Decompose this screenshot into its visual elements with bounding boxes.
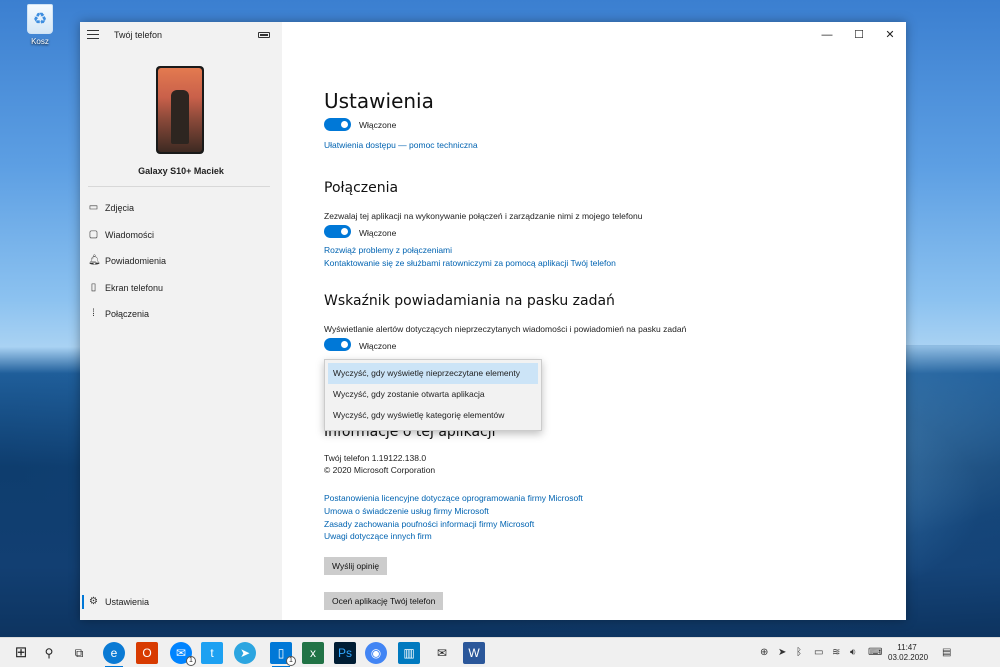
chrome-icon[interactable]: ◉ xyxy=(365,642,387,664)
badge-toggle[interactable] xyxy=(324,338,351,351)
dialpad-icon: ⁞ xyxy=(92,308,95,319)
privacy-statement-link[interactable]: Zasady zachowania poufności informacji f… xyxy=(324,519,534,529)
recycle-bin-label: Kosz xyxy=(31,37,49,46)
sidebar-divider xyxy=(88,186,270,187)
dropdown-option[interactable]: Wyczyść, gdy wyświetlę kategorię element… xyxy=(325,405,541,426)
settings-toggle[interactable] xyxy=(324,118,351,131)
toggle-label: Włączone xyxy=(359,341,397,351)
twitter-icon[interactable]: t xyxy=(201,642,223,664)
sidebar-item-notifications[interactable]: 🔔︎ Powiadomienia xyxy=(80,249,282,273)
third-party-notices-link[interactable]: Uwagi dotyczące innych firm xyxy=(324,531,432,541)
action-center-icon[interactable]: ▤ xyxy=(942,647,951,658)
settings-content: Ustawienia Włączone Ułatwienia dostępu —… xyxy=(282,22,906,620)
page-title: Ustawienia xyxy=(324,89,434,113)
messages-icon: ▢ xyxy=(88,229,99,240)
photoshop-icon[interactable]: Ps xyxy=(334,642,356,664)
clock[interactable]: 11:47 03.02.2020 xyxy=(888,643,929,663)
search-icon[interactable]: ⚲ xyxy=(38,642,60,664)
telegram-icon[interactable]: ➤ xyxy=(234,642,256,664)
sidebar-item-label: Ekran telefonu xyxy=(105,283,164,293)
feedback-button[interactable]: Wyślij opinię xyxy=(324,557,388,575)
clock-time: 11:47 xyxy=(897,643,917,652)
bluetooth-icon[interactable]: ᛒ xyxy=(796,647,802,658)
gear-icon: ⚙ xyxy=(89,596,98,607)
sidebar-item-label: Ustawienia xyxy=(105,597,150,607)
battery-icon xyxy=(258,32,270,38)
toggle-label: Włączone xyxy=(359,228,397,238)
badge-description: Wyświetlanie alertów dotyczących nieprze… xyxy=(324,324,687,334)
sidebar-item-label: Powiadomienia xyxy=(105,256,167,266)
app-title: Twój telefon xyxy=(114,30,163,40)
recycle-bin[interactable]: ♻ Kosz xyxy=(22,4,58,46)
rate-app-button[interactable]: Oceń aplikację Twój telefon xyxy=(324,592,444,610)
trello-icon[interactable]: ▥ xyxy=(398,642,420,664)
sidebar-item-messages[interactable]: ▢ Wiadomości xyxy=(80,223,282,247)
wifi-icon[interactable]: ≋ xyxy=(832,647,840,658)
network-icon[interactable]: ⊕ xyxy=(760,647,768,658)
active-indicator xyxy=(82,595,84,609)
clock-date: 03.02.2020 xyxy=(888,653,929,662)
sidebar-item-photos[interactable]: ▭ Zdjęcia xyxy=(80,196,282,220)
badge-heading: Wskaźnik powiadamiania na pasku zadań xyxy=(324,293,615,309)
windows-start-icon[interactable]: ⊞ xyxy=(10,642,32,664)
calls-heading: Połączenia xyxy=(324,180,399,196)
task-view-icon[interactable]: ⧉ xyxy=(68,642,90,664)
volume-icon[interactable]: 🔉︎ xyxy=(850,647,856,658)
edge-icon[interactable]: e xyxy=(103,642,125,667)
your-phone-icon[interactable]: ▯ 1 xyxy=(270,642,296,667)
messenger-icon[interactable]: ✉ 1 xyxy=(170,642,196,666)
telegram-tray-icon[interactable]: ➤ xyxy=(778,647,786,658)
sidebar-item-settings[interactable]: ⚙ Ustawienia xyxy=(80,590,282,614)
dropdown-option[interactable]: Wyczyść, gdy wyświetlę nieprzeczytane el… xyxy=(328,363,538,384)
sidebar-item-label: Połączenia xyxy=(105,309,150,319)
license-terms-link[interactable]: Postanowienia licencyjne dotyczące oprog… xyxy=(324,493,583,503)
calls-toggle[interactable] xyxy=(324,225,351,238)
hamburger-menu-icon[interactable] xyxy=(87,30,99,39)
accessibility-link[interactable]: Ułatwienia dostępu — pomoc techniczna xyxy=(324,140,478,150)
copyright: © 2020 Microsoft Corporation xyxy=(324,465,436,475)
services-agreement-link[interactable]: Umowa o świadczenie usług firmy Microsof… xyxy=(324,506,489,516)
toggle-label: Włączone xyxy=(359,120,397,130)
badge-clear-dropdown[interactable]: Wyczyść, gdy wyświetlę nieprzeczytane el… xyxy=(324,359,542,431)
troubleshoot-calls-link[interactable]: Rozwiąż problemy z połączeniami xyxy=(324,245,452,255)
sidebar: Galaxy S10+ Maciek ▭ Zdjęcia ▢ Wiadomośc… xyxy=(80,22,282,620)
recycle-bin-icon: ♻ xyxy=(27,4,53,34)
dropdown-option[interactable]: Wyczyść, gdy zostanie otwarta aplikacja xyxy=(325,384,541,405)
emergency-services-link[interactable]: Kontaktowanie się ze służbami ratowniczy… xyxy=(324,258,616,268)
photos-icon: ▭ xyxy=(88,202,99,213)
battery-tray-icon[interactable]: ▭ xyxy=(814,647,823,658)
app-version: Twój telefon 1.19122.138.0 xyxy=(324,453,427,463)
taskbar: ⊞ ⚲ ⧉ e O ✉ 1 t ➤ ▯ 1 x Ps ◉ ▥ ✉ W ⊕ ➤ ᛒ ▭… xyxy=(0,637,1000,667)
sidebar-item-phone-screen[interactable]: ▯ Ekran telefonu xyxy=(80,276,282,300)
sidebar-item-label: Wiadomości xyxy=(105,230,155,240)
phone-preview-image xyxy=(156,66,204,154)
bell-icon: 🔔︎ xyxy=(88,255,101,266)
calls-description: Zezwalaj tej aplikacji na wykonywanie po… xyxy=(324,211,643,221)
mail-icon[interactable]: ✉ xyxy=(431,642,453,664)
phone-screen-icon: ▯ xyxy=(90,282,97,293)
sidebar-item-calls[interactable]: ⁞ Połączenia xyxy=(80,302,282,326)
sidebar-item-label: Zdjęcia xyxy=(105,203,135,213)
your-phone-window: Galaxy S10+ Maciek ▭ Zdjęcia ▢ Wiadomośc… xyxy=(80,22,906,620)
excel-icon[interactable]: x xyxy=(302,642,324,664)
word-icon[interactable]: W xyxy=(463,642,485,664)
language-icon[interactable]: ⌨ xyxy=(868,647,882,658)
office-icon[interactable]: O xyxy=(136,642,158,664)
device-name: Galaxy S10+ Maciek xyxy=(138,166,224,176)
